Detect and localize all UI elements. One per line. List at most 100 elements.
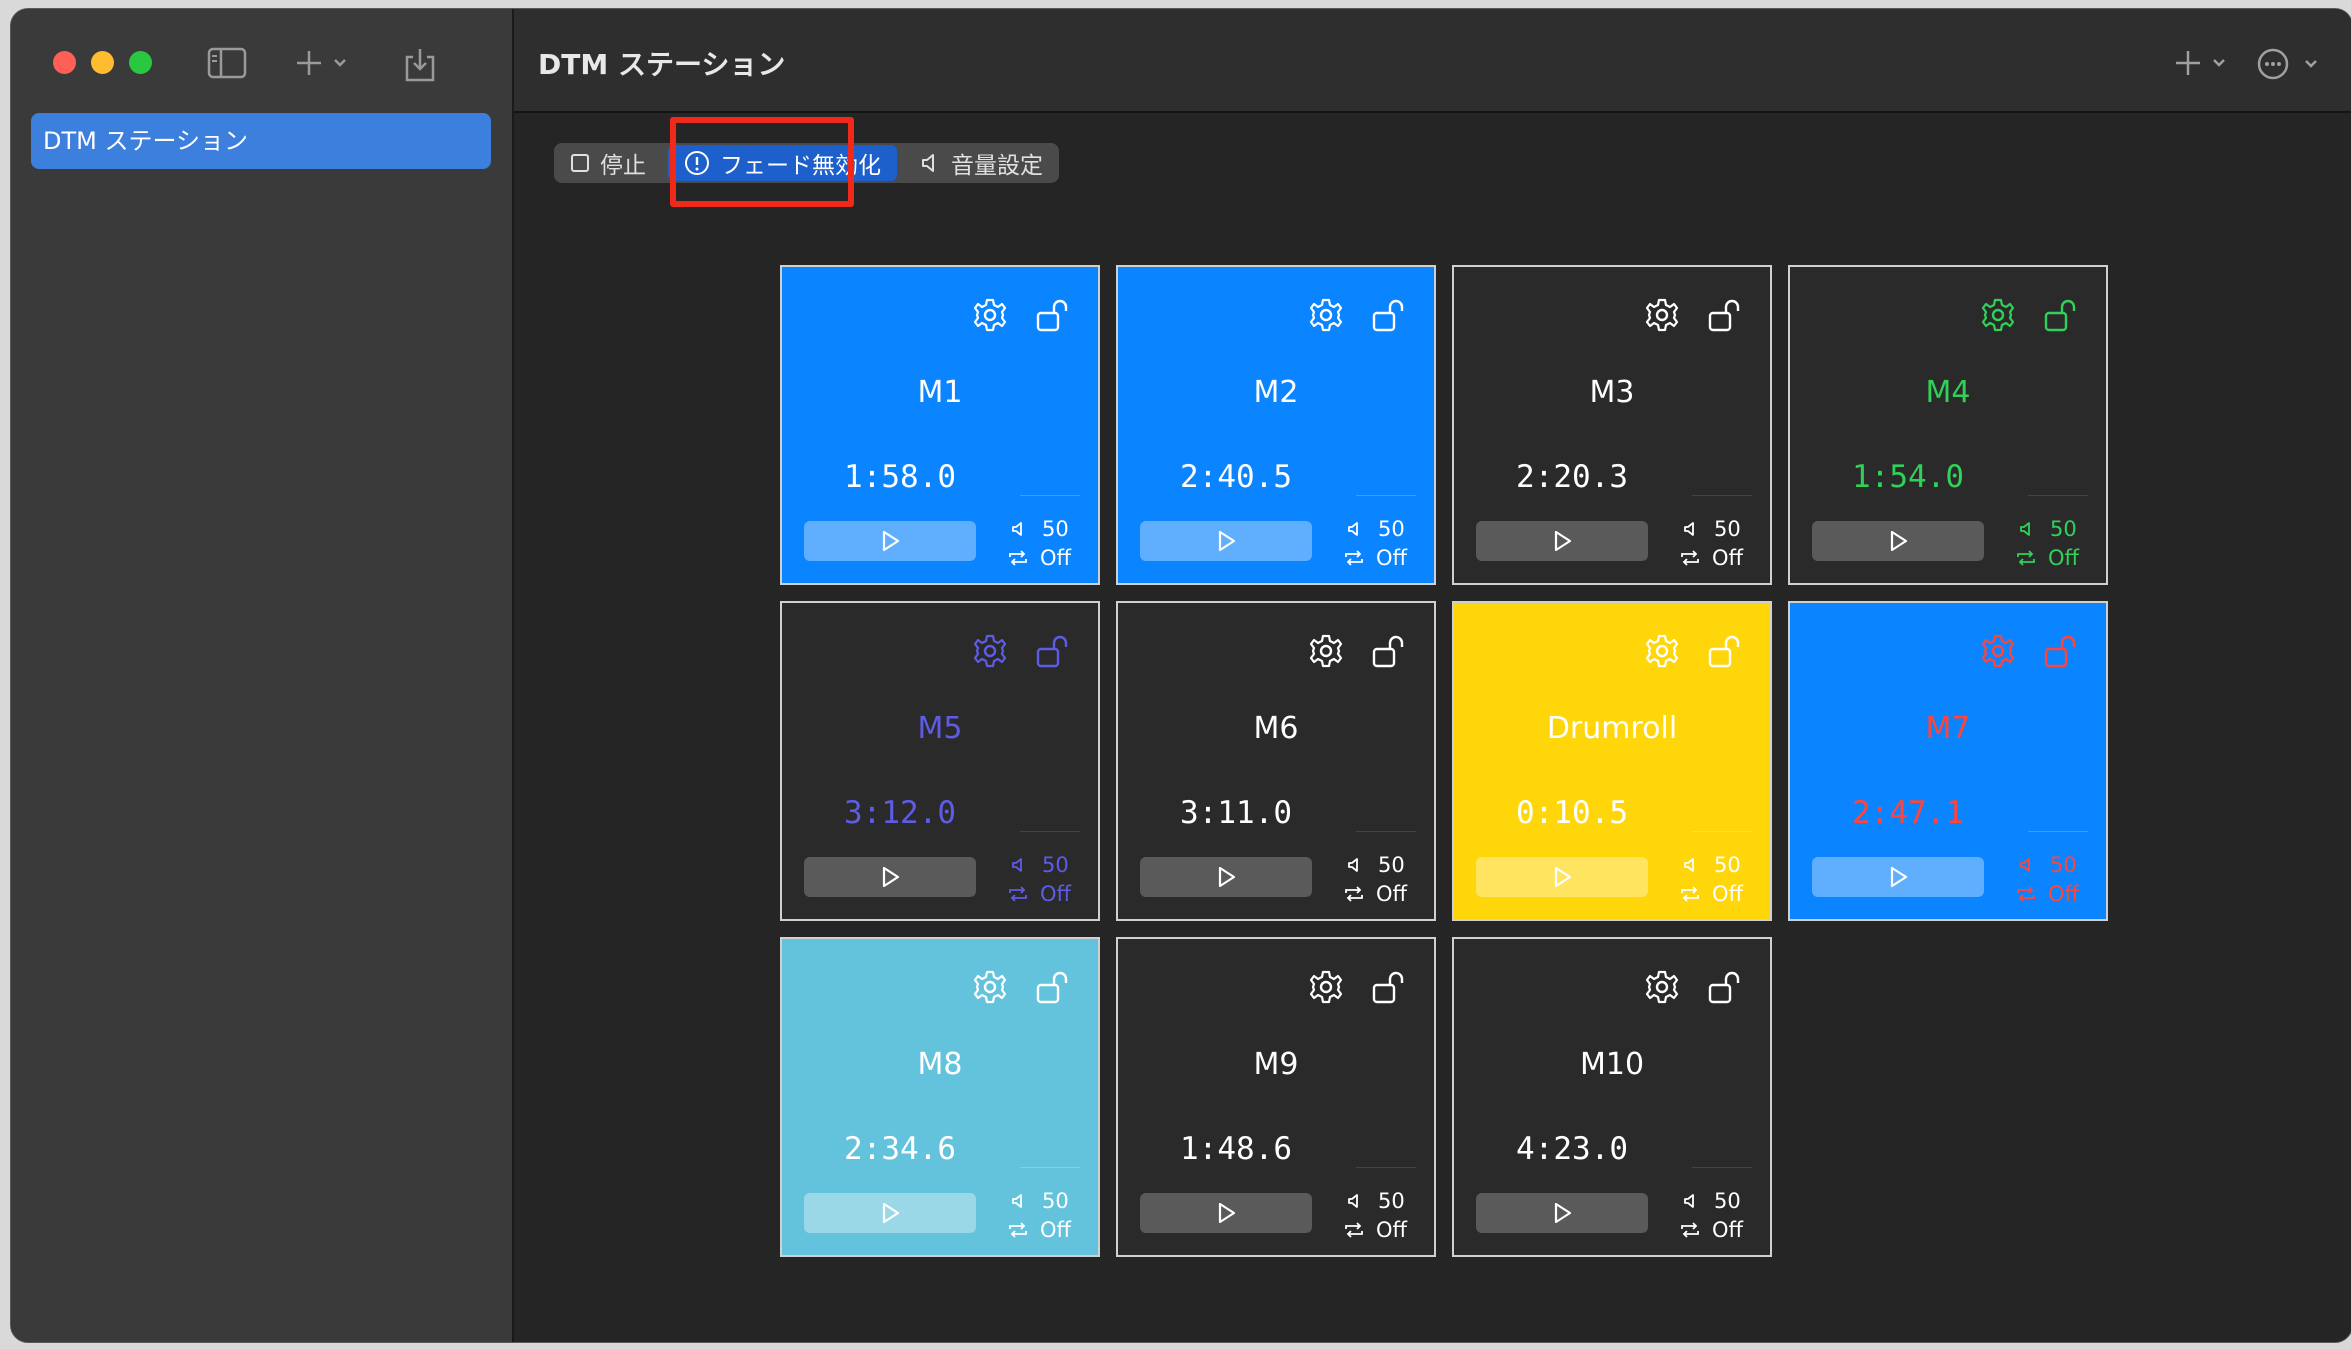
minimize-window-button[interactable] [91,51,114,74]
tile-volume-value: 50 [1042,853,1069,877]
unlocked-padlock-icon[interactable] [1370,633,1406,673]
tile-volume[interactable]: 50 [1346,517,1405,541]
tile-divider [1692,1167,1752,1168]
unlocked-padlock-icon[interactable] [1370,297,1406,337]
tile-repeat[interactable]: Off [1678,546,1743,570]
tile-repeat-value: Off [1376,1218,1407,1242]
speaker-icon [1012,858,1022,872]
tile-volume[interactable]: 50 [2018,853,2077,877]
tile-repeat[interactable]: Off [1342,1218,1407,1242]
gear-icon[interactable] [1308,633,1344,673]
tile-repeat-value: Off [1376,546,1407,570]
unlocked-padlock-icon[interactable] [2042,297,2078,337]
tile-repeat[interactable]: Off [1678,1218,1743,1242]
close-window-button[interactable] [53,51,76,74]
tile-divider [1356,1167,1416,1168]
tile-volume[interactable]: 50 [1010,853,1069,877]
play-button[interactable] [1812,521,1984,561]
sound-pad-tile[interactable]: M10 4:23.0 50 Off [1452,937,1772,1257]
tile-title: M8 [917,1047,963,1082]
play-button[interactable] [1140,857,1312,897]
tile-repeat[interactable]: Off [1006,1218,1071,1242]
sound-pad-tile[interactable]: M4 1:54.0 50 Off [1788,265,2108,585]
gear-icon[interactable] [972,633,1008,673]
tile-volume[interactable]: 50 [2018,517,2077,541]
play-button[interactable] [804,1193,976,1233]
gear-icon[interactable] [1980,297,2016,337]
play-button[interactable] [804,521,976,561]
tile-repeat-value: Off [1712,882,1743,906]
play-button[interactable] [804,857,976,897]
play-button[interactable] [1140,521,1312,561]
play-button[interactable] [1476,521,1648,561]
volume-settings-button[interactable]: 音量設定 [903,143,1059,183]
tile-repeat[interactable]: Off [1342,882,1407,906]
play-button[interactable] [1812,857,1984,897]
unlocked-padlock-icon[interactable] [1706,633,1742,673]
play-icon [1218,866,1236,888]
tile-volume[interactable]: 50 [1682,1189,1741,1213]
gear-icon[interactable] [1644,633,1680,673]
stop-button[interactable]: 停止 [554,143,662,183]
tile-volume[interactable]: 50 [1682,853,1741,877]
sound-pad-tile[interactable]: M5 3:12.0 50 Off [780,601,1100,921]
tile-divider [1692,495,1752,496]
unlocked-padlock-icon[interactable] [1706,297,1742,337]
unlocked-padlock-icon[interactable] [1034,297,1070,337]
tile-title: M6 [1253,711,1299,746]
add-menu-button[interactable] [295,47,355,83]
unlocked-padlock-icon[interactable] [1370,969,1406,1009]
add-item-button[interactable] [2174,47,2234,83]
tile-repeat-value: Off [1712,1218,1743,1242]
tile-title: M1 [917,375,963,410]
sidebar-toggle-icon[interactable] [207,47,247,83]
sidebar-item-dtm-station[interactable]: DTM ステーション [31,113,491,169]
tile-repeat[interactable]: Off [1006,546,1071,570]
tile-repeat[interactable]: Off [1342,546,1407,570]
tile-divider [1356,495,1416,496]
gear-icon[interactable] [1980,633,2016,673]
sound-pad-tile[interactable]: M9 1:48.6 50 Off [1116,937,1436,1257]
gear-icon[interactable] [972,297,1008,337]
play-button[interactable] [1140,1193,1312,1233]
play-button[interactable] [1476,857,1648,897]
tile-volume[interactable]: 50 [1010,517,1069,541]
gear-icon[interactable] [1308,969,1344,1009]
unlocked-padlock-icon[interactable] [1034,633,1070,673]
import-icon[interactable] [403,47,437,87]
more-options-button[interactable] [2256,47,2326,85]
gear-icon[interactable] [1308,297,1344,337]
tile-repeat[interactable]: Off [2014,546,2079,570]
sound-pad-tile[interactable]: M1 1:58.0 50 Off [780,265,1100,585]
play-icon [882,866,900,888]
sound-pad-tile[interactable]: M6 3:11.0 50 Off [1116,601,1436,921]
tile-volume-value: 50 [1714,517,1741,541]
sound-pad-tile[interactable]: M8 2:34.6 50 Off [780,937,1100,1257]
gear-icon[interactable] [1644,969,1680,1009]
tile-volume[interactable]: 50 [1346,853,1405,877]
zoom-window-button[interactable] [129,51,152,74]
tile-repeat[interactable]: Off [2014,882,2079,906]
sound-pad-tile[interactable]: M7 2:47.1 50 Off [1788,601,2108,921]
sound-pad-tile[interactable]: Drumroll 0:10.5 50 Off [1452,601,1772,921]
tile-repeat-value: Off [1712,546,1743,570]
tile-repeat[interactable]: Off [1678,882,1743,906]
tile-volume[interactable]: 50 [1682,517,1741,541]
tile-duration: 1:48.6 [1180,1131,1292,1167]
tile-title: M4 [1925,375,1971,410]
tile-duration: 2:20.3 [1516,459,1628,495]
tile-divider [1356,831,1416,832]
tile-repeat-value: Off [2048,546,2079,570]
tile-repeat[interactable]: Off [1006,882,1071,906]
unlocked-padlock-icon[interactable] [2042,633,2078,673]
unlocked-padlock-icon[interactable] [1034,969,1070,1009]
tile-volume[interactable]: 50 [1010,1189,1069,1213]
sound-pad-tile[interactable]: M3 2:20.3 50 Off [1452,265,1772,585]
tile-volume[interactable]: 50 [1346,1189,1405,1213]
gear-icon[interactable] [1644,297,1680,337]
gear-icon[interactable] [972,969,1008,1009]
sound-pad-tile[interactable]: M2 2:40.5 50 Off [1116,265,1436,585]
unlocked-padlock-icon[interactable] [1706,969,1742,1009]
tile-volume-value: 50 [1042,1189,1069,1213]
play-button[interactable] [1476,1193,1648,1233]
